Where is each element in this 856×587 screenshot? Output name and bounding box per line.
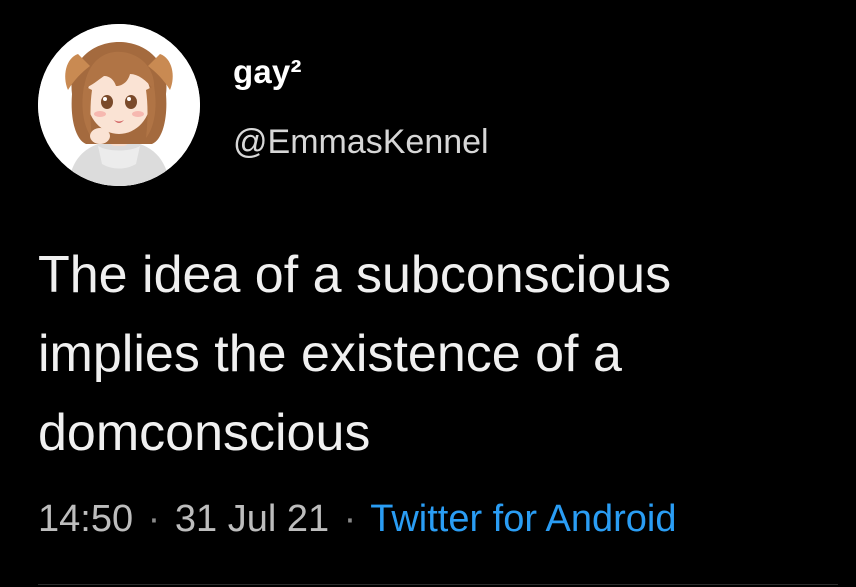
avatar[interactable] bbox=[38, 24, 200, 186]
tweet-source-link[interactable]: Twitter for Android bbox=[370, 498, 676, 540]
meta-separator: · bbox=[147, 498, 161, 540]
tweet-date[interactable]: 31 Jul 21 bbox=[175, 498, 329, 540]
user-handle[interactable]: @EmmasKennel bbox=[233, 122, 489, 162]
display-name[interactable]: gay² bbox=[233, 52, 489, 92]
tweet-header: gay² @EmmasKennel bbox=[38, 24, 818, 186]
author-names: gay² @EmmasKennel bbox=[233, 52, 489, 162]
divider bbox=[38, 584, 838, 585]
tweet-text: The idea of a subconscious implies the e… bbox=[38, 246, 672, 462]
tweet-time[interactable]: 14:50 bbox=[38, 498, 133, 540]
avatar-illustration-icon bbox=[38, 24, 200, 186]
tweet-metadata: 14:50 · 31 Jul 21 · Twitter for Android bbox=[38, 496, 676, 542]
meta-separator: · bbox=[343, 498, 357, 540]
tweet-card: gay² @EmmasKennel The idea of a subconsc… bbox=[0, 0, 856, 587]
